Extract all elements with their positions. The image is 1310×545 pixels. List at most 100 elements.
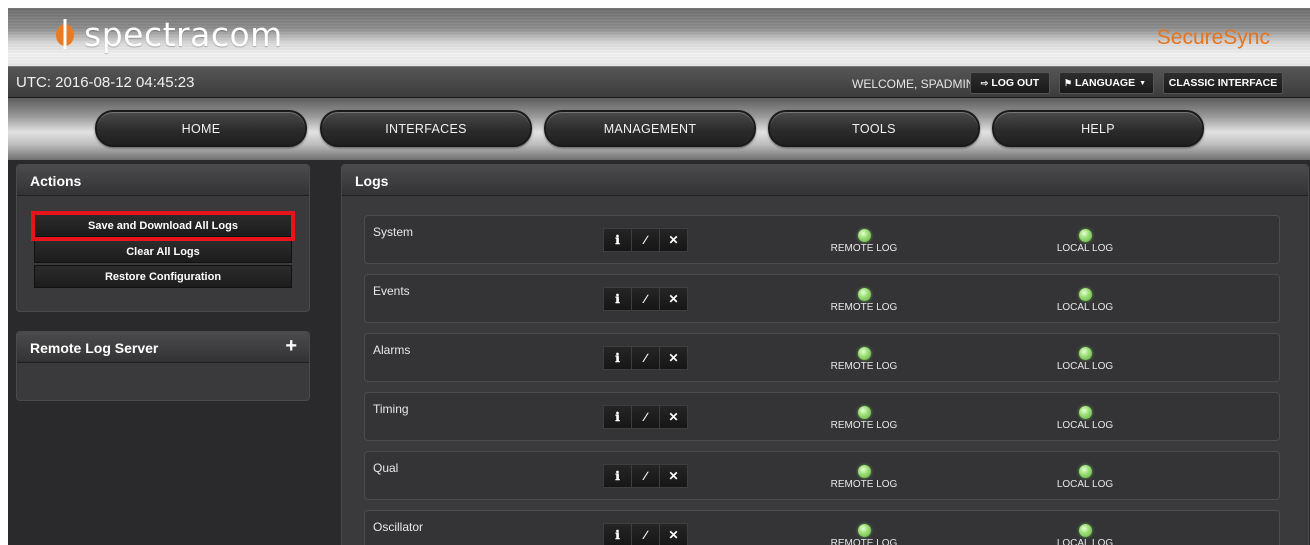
local-log-label: LOCAL LOG	[1056, 420, 1114, 431]
log-row: Qual ℹ ∕ ✕ REMOTE LOG LOCAL LOG	[364, 451, 1280, 500]
classic-interface-button[interactable]: CLASSIC INTERFACE	[1163, 72, 1283, 94]
remote-log-status: REMOTE LOG	[824, 347, 904, 372]
delete-icon[interactable]: ✕	[660, 464, 688, 488]
local-log-led	[1078, 465, 1092, 478]
delete-icon[interactable]: ✕	[660, 405, 688, 429]
local-log-status: LOCAL LOG	[1045, 288, 1125, 313]
local-log-led	[1078, 524, 1092, 537]
info-icon[interactable]: ℹ	[603, 523, 632, 545]
remote-log-status: REMOTE LOG	[824, 229, 904, 254]
remote-log-led	[857, 288, 871, 301]
edit-icon[interactable]: ∕	[632, 287, 660, 311]
logout-label: LOG OUT	[991, 77, 1040, 89]
edit-icon[interactable]: ∕	[632, 405, 660, 429]
classic-interface-label: CLASSIC INTERFACE	[1168, 77, 1278, 89]
brand-name: spectracom	[84, 14, 283, 54]
local-log-led	[1078, 406, 1092, 419]
log-row: Oscillator ℹ ∕ ✕ REMOTE LOG LOCAL LOG	[364, 510, 1280, 545]
remote-log-server-header: Remote Log Server +	[17, 332, 309, 363]
plus-icon[interactable]: +	[285, 335, 297, 358]
logo-mark-icon	[56, 19, 74, 49]
local-log-led	[1078, 288, 1092, 301]
remote-log-label: REMOTE LOG	[830, 302, 898, 313]
caret-icon: ▼	[1139, 79, 1147, 87]
log-actions: ℹ ∕ ✕	[603, 523, 688, 545]
remote-log-server-panel: Remote Log Server +	[16, 331, 310, 401]
local-log-led	[1078, 229, 1092, 242]
remote-log-led	[857, 347, 871, 360]
local-log-led	[1078, 347, 1092, 360]
log-actions: ℹ ∕ ✕	[603, 464, 688, 488]
remote-log-label: REMOTE LOG	[830, 479, 898, 490]
clear-logs-button[interactable]: Clear All Logs	[34, 240, 292, 263]
language-button[interactable]: ⚑ LANGUAGE ▼	[1059, 72, 1154, 94]
product-name: SecureSync	[1156, 26, 1270, 49]
delete-icon[interactable]: ✕	[660, 346, 688, 370]
brand-logo[interactable]: spectracom	[50, 14, 283, 54]
logout-icon: ⇨	[980, 77, 989, 88]
local-log-status: LOCAL LOG	[1045, 406, 1125, 431]
remote-log-led	[857, 229, 871, 242]
info-icon[interactable]: ℹ	[603, 405, 632, 429]
remote-log-label: REMOTE LOG	[830, 538, 898, 545]
log-actions: ℹ ∕ ✕	[603, 287, 688, 311]
log-row: Alarms ℹ ∕ ✕ REMOTE LOG LOCAL LOG	[364, 333, 1280, 382]
local-log-status: LOCAL LOG	[1045, 524, 1125, 545]
info-icon[interactable]: ℹ	[603, 228, 632, 252]
remote-log-status: REMOTE LOG	[824, 406, 904, 431]
local-log-label: LOCAL LOG	[1056, 361, 1114, 372]
log-row: Timing ℹ ∕ ✕ REMOTE LOG LOCAL LOG	[364, 392, 1280, 441]
remote-log-server-title: Remote Log Server	[30, 340, 159, 356]
log-actions: ℹ ∕ ✕	[603, 346, 688, 370]
actions-panel: Actions Save and Download All Logs Clear…	[16, 164, 310, 312]
local-log-label: LOCAL LOG	[1056, 302, 1114, 313]
info-icon[interactable]: ℹ	[603, 464, 632, 488]
header: spectracom SecureSync	[8, 8, 1310, 66]
delete-icon[interactable]: ✕	[660, 523, 688, 545]
log-name: Timing	[373, 402, 409, 416]
log-row: System ℹ ∕ ✕ REMOTE LOG LOCAL LOG	[364, 215, 1280, 264]
remote-log-led	[857, 524, 871, 537]
log-name: Oscillator	[373, 520, 424, 534]
remote-log-label: REMOTE LOG	[830, 361, 898, 372]
remote-log-led	[857, 465, 871, 478]
nav-management[interactable]: MANAGEMENT	[544, 110, 756, 147]
logs-panel: Logs System ℹ ∕ ✕ REMOTE LOG LOCAL LOG Events ℹ…	[341, 164, 1309, 545]
actions-title: Actions	[17, 165, 309, 196]
log-name: Qual	[373, 461, 399, 475]
save-download-logs-button[interactable]: Save and Download All Logs	[34, 214, 292, 237]
local-log-label: LOCAL LOG	[1056, 243, 1114, 254]
delete-icon[interactable]: ✕	[660, 287, 688, 311]
log-name: System	[373, 225, 414, 239]
local-log-status: LOCAL LOG	[1045, 347, 1125, 372]
info-icon[interactable]: ℹ	[603, 346, 632, 370]
log-name: Alarms	[373, 343, 411, 357]
info-icon[interactable]: ℹ	[603, 287, 632, 311]
edit-icon[interactable]: ∕	[632, 228, 660, 252]
delete-icon[interactable]: ✕	[660, 228, 688, 252]
remote-log-label: REMOTE LOG	[830, 420, 898, 431]
remote-log-led	[857, 406, 871, 419]
welcome-text: WELCOME, SPADMIN	[852, 77, 975, 91]
utc-clock: UTC: 2016-08-12 04:45:23	[16, 74, 195, 91]
remote-log-status: REMOTE LOG	[824, 288, 904, 313]
local-log-label: LOCAL LOG	[1056, 479, 1114, 490]
edit-icon[interactable]: ∕	[632, 464, 660, 488]
log-name: Events	[373, 284, 410, 298]
local-log-status: LOCAL LOG	[1045, 465, 1125, 490]
log-actions: ℹ ∕ ✕	[603, 228, 688, 252]
restore-configuration-button[interactable]: Restore Configuration	[34, 265, 292, 288]
flag-icon: ⚑	[1063, 77, 1073, 88]
remote-log-label: REMOTE LOG	[830, 243, 898, 254]
logout-button[interactable]: ⇨ LOG OUT	[970, 72, 1050, 94]
log-row: Events ℹ ∕ ✕ REMOTE LOG LOCAL LOG	[364, 274, 1280, 323]
nav-tools[interactable]: TOOLS	[768, 110, 980, 147]
edit-icon[interactable]: ∕	[632, 346, 660, 370]
local-log-status: LOCAL LOG	[1045, 229, 1125, 254]
local-log-label: LOCAL LOG	[1056, 538, 1114, 545]
logs-title: Logs	[342, 165, 1308, 196]
nav-help[interactable]: HELP	[992, 110, 1204, 147]
nav-interfaces[interactable]: INTERFACES	[320, 110, 532, 147]
edit-icon[interactable]: ∕	[632, 523, 660, 545]
nav-home[interactable]: HOME	[95, 110, 307, 147]
